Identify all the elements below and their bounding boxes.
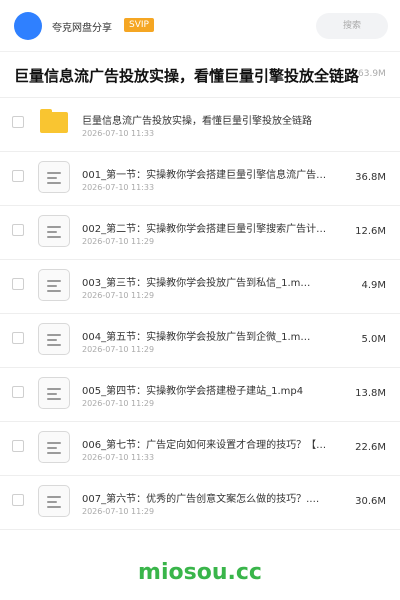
file-size: 4.9M (361, 280, 386, 291)
file-date: 2026-07-10 11:33 (82, 183, 155, 192)
file-date: 2026-07-10 11:29 (82, 237, 155, 246)
folder-icon (40, 109, 68, 133)
file-name: 005_第四节：实操教你学会搭建橙子建站_1.mp4 (82, 386, 304, 397)
file-name: 006_第七节：广告定向如何来设置才合理的技巧？【… (82, 440, 327, 451)
document-icon (38, 215, 70, 247)
file-row[interactable]: 007_第六节：优秀的广告创意文案怎么做的技巧？.… 2026-07-10 11:… (0, 476, 400, 530)
header-bar: 夸克网盘分享 SVIP 搜索 (0, 0, 400, 52)
file-name: 002_第二节：实操教你学会搭建巨量引擎搜索广告计… (82, 224, 327, 235)
file-size: 12.6M (355, 226, 386, 237)
row-checkbox[interactable] (12, 170, 24, 182)
row-checkbox[interactable] (12, 278, 24, 290)
row-checkbox[interactable] (12, 332, 24, 344)
page-title: 巨量信息流广告投放实操，看懂巨量引擎投放全链路 (14, 67, 360, 85)
file-name: 003_第三节：实操教你学会投放广告到私信_1.m… (82, 278, 311, 289)
file-size: 5.0M (361, 334, 386, 345)
file-size: 13.8M (355, 388, 386, 399)
row-checkbox[interactable] (12, 224, 24, 236)
row-checkbox[interactable] (12, 386, 24, 398)
file-row[interactable]: 003_第三节：实操教你学会投放广告到私信_1.m… 2026-07-10 11:… (0, 260, 400, 314)
file-date: 2026-07-10 11:33 (82, 129, 155, 138)
document-icon (38, 323, 70, 355)
document-icon (38, 377, 70, 409)
total-size: 63.9M (358, 69, 386, 79)
file-name: 004_第五节：实操教你学会投放广告到企微_1.m… (82, 332, 311, 343)
app-name: 夸克网盘分享 (52, 23, 112, 34)
file-date: 2026-07-10 11:29 (82, 291, 155, 300)
file-row[interactable]: 004_第五节：实操教你学会投放广告到企微_1.m… 2026-07-10 11:… (0, 314, 400, 368)
watermark-text: miosou.cc (138, 560, 262, 585)
file-date: 2026-07-10 11:29 (82, 399, 155, 408)
file-name: 007_第六节：优秀的广告创意文案怎么做的技巧？.… (82, 494, 320, 505)
share-title-bar: 巨量信息流广告投放实操，看懂巨量引擎投放全链路 63.9M (0, 52, 400, 98)
svip-badge: SVIP (124, 18, 154, 32)
file-row[interactable]: 002_第二节：实操教你学会搭建巨量引擎搜索广告计… 2026-07-10 11:… (0, 206, 400, 260)
file-row[interactable]: 巨量信息流广告投放实操，看懂巨量引擎投放全链路 2026-07-10 11:33 (0, 98, 400, 152)
file-list: 巨量信息流广告投放实操，看懂巨量引擎投放全链路 2026-07-10 11:33 0… (0, 98, 400, 530)
row-checkbox[interactable] (12, 440, 24, 452)
document-icon (38, 269, 70, 301)
file-row[interactable]: 006_第七节：广告定向如何来设置才合理的技巧？【… 2026-07-10 11:… (0, 422, 400, 476)
file-size: 36.8M (355, 172, 386, 183)
avatar[interactable] (14, 12, 42, 40)
file-row[interactable]: 005_第四节：实操教你学会搭建橙子建站_1.mp4 2026-07-10 11:… (0, 368, 400, 422)
file-date: 2026-07-10 11:29 (82, 345, 155, 354)
file-size: 30.6M (355, 496, 386, 507)
row-checkbox[interactable] (12, 494, 24, 506)
document-icon (38, 161, 70, 193)
document-icon (38, 431, 70, 463)
file-row[interactable]: 001_第一节：实操教你学会搭建巨量引擎信息流广告… 2026-07-10 11:… (0, 152, 400, 206)
row-checkbox[interactable] (12, 116, 24, 128)
file-size: 22.6M (355, 442, 386, 453)
file-date: 2026-07-10 11:33 (82, 453, 155, 462)
file-name: 001_第一节：实操教你学会搭建巨量引擎信息流广告… (82, 170, 327, 181)
file-date: 2026-07-10 11:29 (82, 507, 155, 516)
file-name: 巨量信息流广告投放实操，看懂巨量引擎投放全链路 (82, 116, 312, 127)
search-input[interactable]: 搜索 (316, 13, 388, 39)
document-icon (38, 485, 70, 517)
